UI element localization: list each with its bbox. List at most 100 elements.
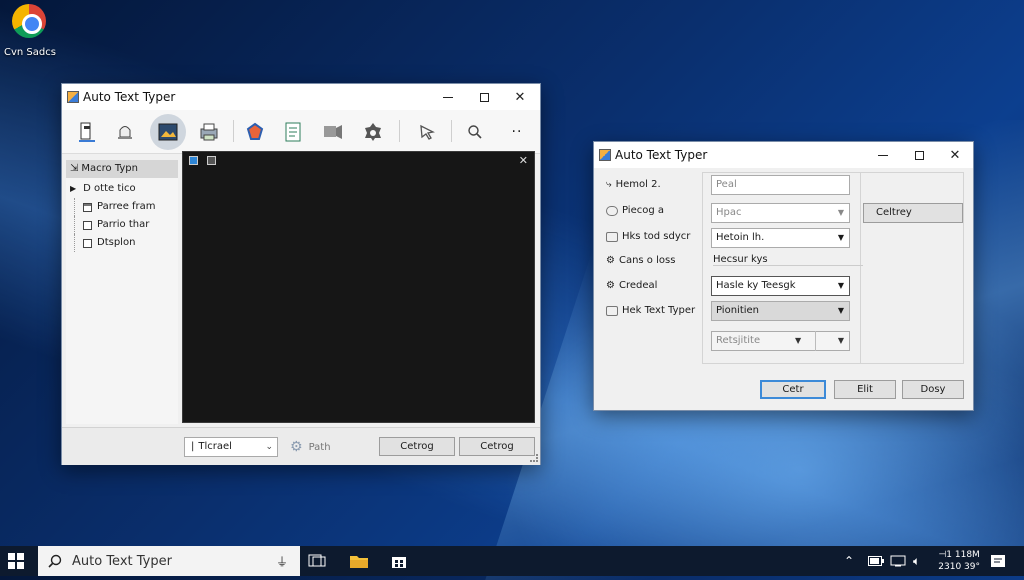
action-button-1[interactable]: Cetrog: [379, 437, 455, 456]
mode-combo-value: Tlcrael: [198, 441, 232, 452]
field-2[interactable]: Hpac ▼: [711, 203, 850, 223]
volume-icon[interactable]: 🔈︎: [913, 546, 920, 576]
document-icon[interactable]: [276, 116, 310, 148]
maximize-button[interactable]: [901, 142, 937, 168]
gear-icon: ⚙: [290, 439, 303, 455]
network-icon[interactable]: [890, 546, 906, 576]
minimize-button[interactable]: [430, 84, 466, 110]
pipe-icon: |: [191, 441, 195, 452]
close-button[interactable]: ✕: [502, 84, 538, 110]
gear-icon: ⚙: [606, 280, 615, 291]
form-row-label: ⚙ Credeal: [606, 280, 657, 291]
toolbar-separator: [451, 120, 452, 142]
cancel-button[interactable]: Dosy: [902, 380, 964, 399]
file-explorer-icon[interactable]: [349, 546, 369, 576]
close-icon: ✕: [949, 147, 961, 163]
chevron-up-icon[interactable]: ⌃: [844, 546, 854, 576]
field-4-value: Hasle ky Teesgk: [716, 280, 796, 291]
close-icon[interactable]: ✕: [519, 154, 528, 167]
triangle-icon: ▶: [70, 184, 77, 193]
more-icon[interactable]: ··: [500, 116, 534, 148]
microphone-icon: ⏚: [275, 554, 288, 569]
action-button-2[interactable]: Cetrog: [459, 437, 535, 456]
taskbar-search-text: Auto Text Typer: [72, 553, 172, 569]
resize-grip[interactable]: [530, 454, 538, 462]
main-titlebar[interactable]: Auto Text Typer ✕: [62, 84, 540, 110]
task-view-icon[interactable]: [308, 546, 326, 576]
field-5-value: Pionitien: [716, 305, 760, 316]
path-control[interactable]: ⚙ Path: [290, 439, 331, 455]
gem-icon[interactable]: [238, 116, 272, 148]
search-icon[interactable]: [458, 116, 492, 148]
ok-button[interactable]: Cetr: [760, 380, 826, 399]
search-icon: [48, 554, 62, 568]
taskbar: Auto Text Typer ⏚ ⌃ 🔈︎ ⊣1 118M 2310 39°: [0, 546, 1024, 576]
link-icon: ⤷: [606, 179, 612, 190]
preview-panel[interactable]: ✕: [182, 151, 535, 423]
field-6[interactable]: Retsjitite ▼ ▼: [711, 331, 850, 351]
field-3[interactable]: Hetoin lh. ▼: [711, 228, 850, 248]
battery-icon[interactable]: [868, 546, 884, 576]
toggle-icon: [606, 205, 618, 216]
row-label-text: Hks tod sdycr: [622, 231, 691, 242]
window-icon: [189, 156, 198, 165]
bottom-bar: | Tlcrael ⌄ ⚙ Path Cetrog Cetrog: [62, 427, 540, 465]
calendar-icon: [83, 202, 92, 212]
main-window-title: Auto Text Typer: [83, 90, 176, 104]
keyboard-icon: [606, 231, 618, 242]
minimize-button[interactable]: [865, 142, 901, 168]
sidebar: ⇲ Macro Typn ▶ D otte tico Parree fram P…: [66, 160, 178, 424]
clipboard-icon[interactable]: [70, 116, 104, 148]
chevron-down-icon: ⌄: [265, 442, 273, 452]
sidebar-item-label: Parree fram: [97, 201, 156, 212]
side-button[interactable]: Celtrey: [863, 203, 963, 223]
app-icon: [599, 149, 611, 161]
window-icon: [207, 156, 216, 165]
side-panel: [860, 172, 964, 364]
cursor-icon[interactable]: [410, 116, 444, 148]
form-row-label: Hks tod sdycr: [606, 231, 690, 242]
dialog-title: Auto Text Typer: [615, 148, 708, 162]
flag-icon[interactable]: [316, 116, 350, 148]
sidebar-item-label: Dtsplon: [97, 237, 136, 248]
maximize-button[interactable]: [466, 84, 502, 110]
chevron-down-icon: ▼: [837, 336, 844, 345]
field-2-value: Hpac: [716, 207, 742, 218]
field-5[interactable]: Pionitien ▼: [711, 301, 850, 321]
gear-icon: ⚙: [606, 255, 615, 266]
grid-icon: [606, 305, 618, 316]
form-row-label: Hek Text Typer: [606, 305, 695, 316]
close-button[interactable]: ✕: [937, 142, 973, 168]
toolbar-separator: [399, 120, 400, 142]
windows-start-icon[interactable]: [8, 553, 24, 569]
printer-icon[interactable]: [192, 116, 226, 148]
sidebar-item[interactable]: Parrio thar: [66, 216, 178, 234]
main-window: Auto Text Typer ✕ ·· ⇲ Macro Typn ▶ D ot…: [61, 83, 541, 465]
taskbar-search[interactable]: Auto Text Typer ⏚: [38, 546, 300, 576]
sidebar-item[interactable]: ▶ D otte tico: [66, 180, 178, 198]
field-1[interactable]: Peal: [711, 175, 850, 195]
gear-icon[interactable]: [356, 116, 390, 148]
chevron-down-icon: ▼: [837, 208, 844, 217]
sidebar-header[interactable]: ⇲ Macro Typn: [66, 160, 178, 178]
dialog-titlebar[interactable]: Auto Text Typer ✕: [594, 142, 973, 168]
box-icon: [83, 238, 92, 248]
form-row-label: ⚙ Cans o loss: [606, 255, 675, 266]
row-label-text: Credeal: [618, 280, 658, 291]
group-label: Hecsur kys: [713, 254, 863, 266]
mode-combo[interactable]: | Tlcrael ⌄: [184, 437, 278, 457]
desktop-shortcut[interactable]: Cvn Sadcs: [4, 4, 56, 58]
clock[interactable]: ⊣1 118M 2310 39°: [938, 549, 980, 573]
chevron-down-icon: ▼: [837, 233, 844, 242]
edit-button[interactable]: Elit: [834, 380, 896, 399]
field-4[interactable]: Hasle ky Teesgk ▼: [711, 276, 850, 296]
image-icon[interactable]: [150, 114, 186, 150]
sidebar-item[interactable]: Parree fram: [66, 198, 178, 216]
notification-icon[interactable]: [990, 546, 1006, 576]
box-icon: [83, 220, 92, 230]
bell-icon[interactable]: [108, 116, 142, 148]
sidebar-item[interactable]: Dtsplon: [66, 234, 178, 252]
close-icon: ✕: [514, 89, 526, 105]
store-icon[interactable]: [390, 546, 408, 576]
app-icon: [67, 91, 79, 103]
